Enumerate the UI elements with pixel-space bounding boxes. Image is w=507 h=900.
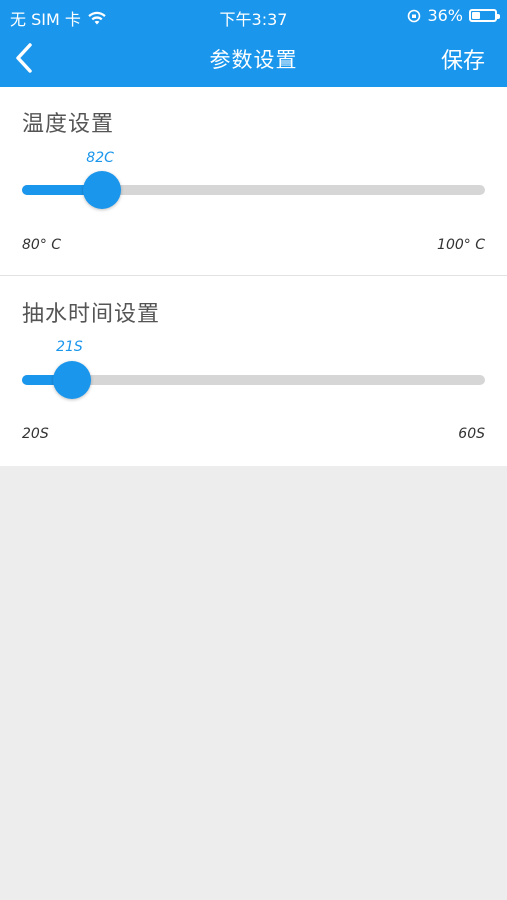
- pump-time-slider-thumb[interactable]: [53, 361, 92, 399]
- page-title: 参数设置: [209, 48, 298, 72]
- nav-bar: 参数设置 保存: [0, 31, 507, 87]
- pump-time-max-label: 60S: [458, 426, 485, 442]
- pump-time-value-label: 21S: [56, 339, 83, 355]
- pump-time-title: 抽水时间设置: [22, 302, 161, 327]
- settings-panel: 温度设置 82C 80° C 100° C 抽水时间设置 21S 20S 60S: [0, 87, 507, 466]
- app-header: 无 SIM 卡 下午3:37 36% 参数设置 保存: [0, 0, 507, 87]
- pump-time-slider[interactable]: [22, 375, 485, 385]
- temperature-slider-thumb[interactable]: [83, 171, 122, 209]
- status-bar: 无 SIM 卡 下午3:37 36%: [0, 0, 507, 31]
- rotation-lock-icon: [408, 9, 421, 22]
- temperature-max-label: 100° C: [437, 237, 485, 253]
- temperature-section: 温度设置 82C 80° C 100° C: [0, 87, 507, 275]
- save-button[interactable]: 保存: [441, 43, 485, 75]
- pump-time-min-label: 20S: [22, 426, 49, 442]
- battery-percent: 36%: [427, 6, 463, 25]
- battery-icon: [469, 9, 500, 22]
- temperature-min-label: 80° C: [22, 237, 62, 253]
- pump-time-section: 抽水时间设置 21S 20S 60S: [0, 276, 507, 466]
- battery-fill: [472, 12, 480, 19]
- temperature-title: 温度设置: [22, 112, 115, 137]
- temperature-value-label: 82C: [86, 150, 114, 166]
